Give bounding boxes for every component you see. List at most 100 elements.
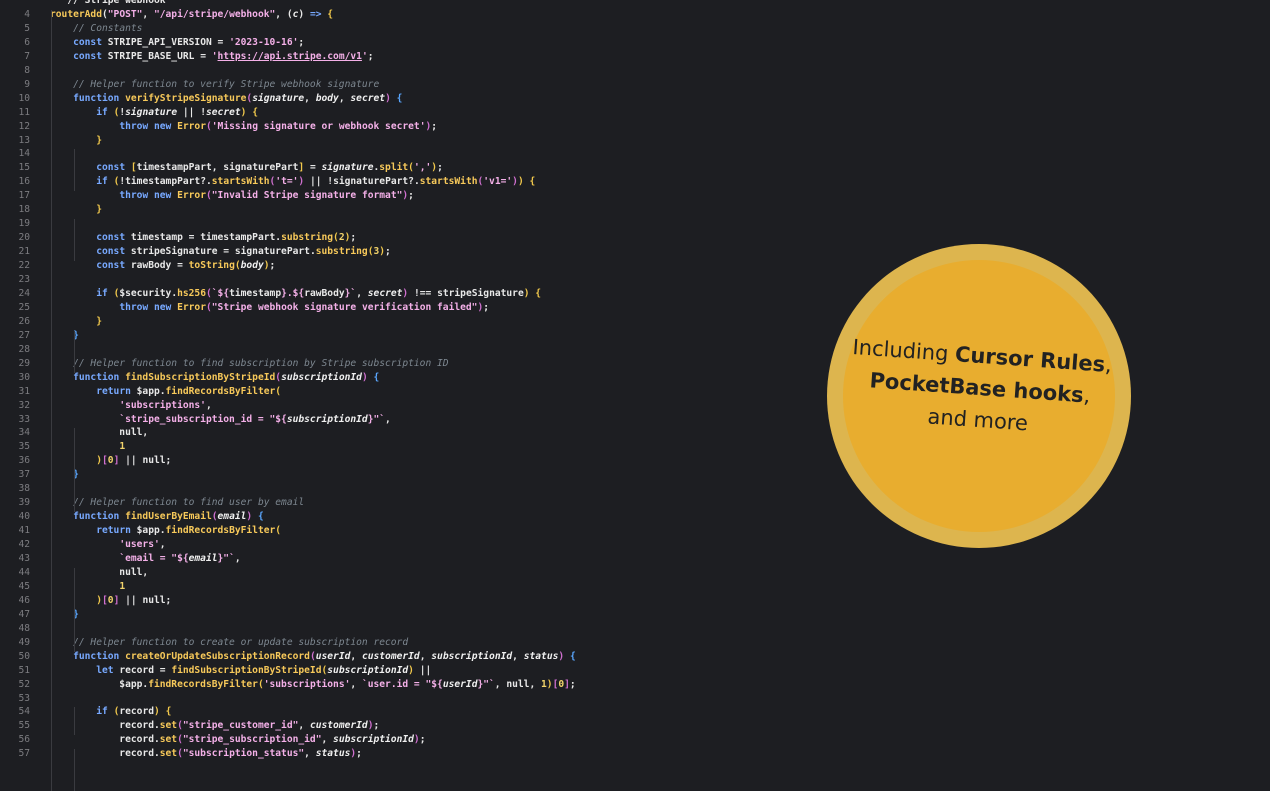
code-line[interactable]: 49 // Helper function to create or updat… — [0, 636, 408, 650]
code-text: if (!timestampPart?.startsWith('t=') || … — [50, 175, 535, 189]
code-token: !== stripeSignature — [408, 287, 524, 299]
code-line[interactable]: 51 let record = findSubscriptionByStripe… — [0, 664, 431, 678]
code-token: "stripe_customer_id" — [182, 720, 299, 732]
code-line[interactable]: 33 `stripe_subscription_id = "${subscrip… — [0, 413, 390, 427]
line-number: 8 — [24, 64, 30, 76]
code-line[interactable]: 46 )[0] || null; — [0, 594, 171, 608]
code-line[interactable]: 29 // Helper function to find subscripti… — [0, 357, 448, 371]
code-token: subscriptionId — [431, 650, 513, 662]
code-line[interactable]: 40 function findUserByEmail(email) { — [0, 510, 263, 524]
code-line[interactable]: 52 $app.findRecordsByFilter('subscriptio… — [0, 678, 575, 692]
code-line[interactable]: 10 function verifyStripeSignature(signat… — [0, 92, 402, 106]
code-text: // Constants — [50, 22, 142, 36]
code-token: const — [96, 246, 126, 258]
code-token: null, — [50, 566, 149, 578]
code-line[interactable]: 7 const STRIPE_BASE_URL = 'https://api.s… — [0, 50, 373, 64]
code-token: return — [96, 525, 131, 537]
code-text: function verifyStripeSignature(signature… — [50, 92, 402, 106]
code-token: ( — [275, 385, 282, 397]
code-line[interactable]: 19 — [0, 217, 30, 231]
code-line[interactable]: 53 — [0, 692, 30, 706]
code-line[interactable]: 50 function createOrUpdateSubscriptionRe… — [0, 650, 575, 664]
code-token: || ! — [177, 106, 206, 118]
code-token: `user.id = "${ — [361, 678, 443, 690]
code-line[interactable]: 11 if (!signature || !secret) { — [0, 106, 258, 120]
code-line[interactable]: 27 } — [0, 329, 78, 343]
code-token: function — [73, 650, 120, 662]
code-line[interactable]: 20 const timestamp = timestampPart.subst… — [0, 231, 356, 245]
code-text: 1 — [50, 440, 125, 454]
code-line[interactable]: 17 throw new Error("Invalid Stripe signa… — [0, 189, 414, 203]
code-line[interactable]: 24 if ($security.hs256(`${timestamp}.${r… — [0, 287, 541, 301]
code-line[interactable]: 6 const STRIPE_API_VERSION = '2023-10-16… — [0, 36, 304, 50]
code-line[interactable]: 28 — [0, 343, 30, 357]
code-line[interactable]: 14 — [0, 147, 30, 161]
code-text: function findSubscriptionByStripeId(subs… — [50, 371, 379, 385]
code-text: record.set("stripe_customer_id", custome… — [50, 719, 379, 733]
code-token: verifyStripeSignature — [125, 92, 247, 104]
code-line[interactable]: 18 } — [0, 203, 102, 217]
code-line[interactable]: 43 `email = "${email}"`, — [0, 552, 240, 566]
line-number: 53 — [18, 692, 30, 704]
code-line[interactable]: 55 record.set("stripe_customer_id", cust… — [0, 719, 379, 733]
line-number: 24 — [18, 287, 30, 299]
code-line[interactable]: 32 'subscriptions', — [0, 399, 211, 413]
code-token: "/api/stripe/webhook" — [153, 8, 276, 20]
code-line[interactable]: 42 'users', — [0, 538, 165, 552]
code-line[interactable]: 12 throw new Error('Missing signature or… — [0, 120, 437, 134]
code-token: createOrUpdateSubscriptionRecord — [125, 650, 310, 662]
code-token: , — [350, 678, 362, 690]
code-token: , — [234, 553, 241, 564]
code-line[interactable]: 5 // Constants — [0, 22, 142, 36]
code-line[interactable]: 36 )[0] || null; — [0, 454, 171, 468]
code-line[interactable]: 56 record.set("stripe_subscription_id", … — [0, 733, 425, 747]
code-line[interactable]: 39 // Helper function to find user by em… — [0, 496, 304, 510]
code-line[interactable]: 13 } — [0, 134, 102, 148]
code-line[interactable]: 23 — [0, 273, 30, 287]
code-token: throw — [119, 190, 149, 202]
code-line[interactable]: 47 } — [0, 608, 78, 622]
code-line[interactable]: 25 throw new Error("Stripe webhook signa… — [0, 301, 489, 315]
code-line[interactable]: 45 1 — [0, 580, 125, 594]
code-line[interactable]: 57 record.set("subscription_status", sta… — [0, 747, 362, 761]
code-token: , — [385, 413, 391, 425]
code-line[interactable]: 37 } — [0, 468, 78, 482]
code-line[interactable]: 9 // Helper function to verify Stripe we… — [0, 78, 379, 92]
code-line[interactable]: 44 null, — [0, 566, 148, 580]
code-line[interactable]: 54 if (record) { — [0, 705, 171, 719]
code-line[interactable]: 34 null, — [0, 426, 148, 440]
code-line[interactable]: // Stripe webhook — [0, 0, 165, 8]
line-number: 14 — [18, 148, 30, 160]
code-line[interactable]: 26 } — [0, 315, 102, 329]
code-line[interactable]: 48 — [0, 622, 30, 636]
code-line[interactable]: 4 routerAdd("POST", "/api/stripe/webhook"… — [0, 8, 333, 22]
code-line[interactable]: 21 const stripeSignature = signaturePart… — [0, 245, 390, 259]
code-line[interactable]: 41 return $app.findRecordsByFilter( — [0, 524, 281, 538]
line-number: 23 — [18, 274, 30, 285]
code-token: if — [96, 176, 108, 188]
code-token: secret — [367, 287, 403, 299]
code-token: { — [569, 650, 576, 662]
code-line[interactable]: 15 const [timestampPart, signaturePart] … — [0, 161, 442, 175]
code-text: record.set("stripe_subscription_id", sub… — [50, 733, 425, 747]
line-number: 48 — [18, 622, 30, 634]
code-token: }"` — [477, 678, 495, 690]
code-line[interactable]: 30 function findSubscriptionByStripeId(s… — [0, 371, 379, 385]
code-token: !timestampPart?. — [119, 176, 212, 188]
code-token: ; — [408, 190, 414, 202]
code-text: return $app.findRecordsByFilter( — [50, 385, 281, 399]
code-token: { — [165, 706, 172, 718]
line-number: 33 — [18, 413, 30, 425]
code-line[interactable]: 22 const rawBody = toString(body); — [0, 259, 275, 273]
code-line[interactable]: 8 — [0, 64, 30, 78]
code-line[interactable]: 38 — [0, 482, 30, 496]
code-line[interactable]: 16 if (!timestampPart?.startsWith('t=') … — [0, 175, 535, 189]
code-line[interactable]: 35 1 — [0, 440, 125, 454]
line-number: 46 — [18, 594, 30, 606]
code-line[interactable]: 31 return $app.findRecordsByFilter( — [0, 385, 281, 399]
